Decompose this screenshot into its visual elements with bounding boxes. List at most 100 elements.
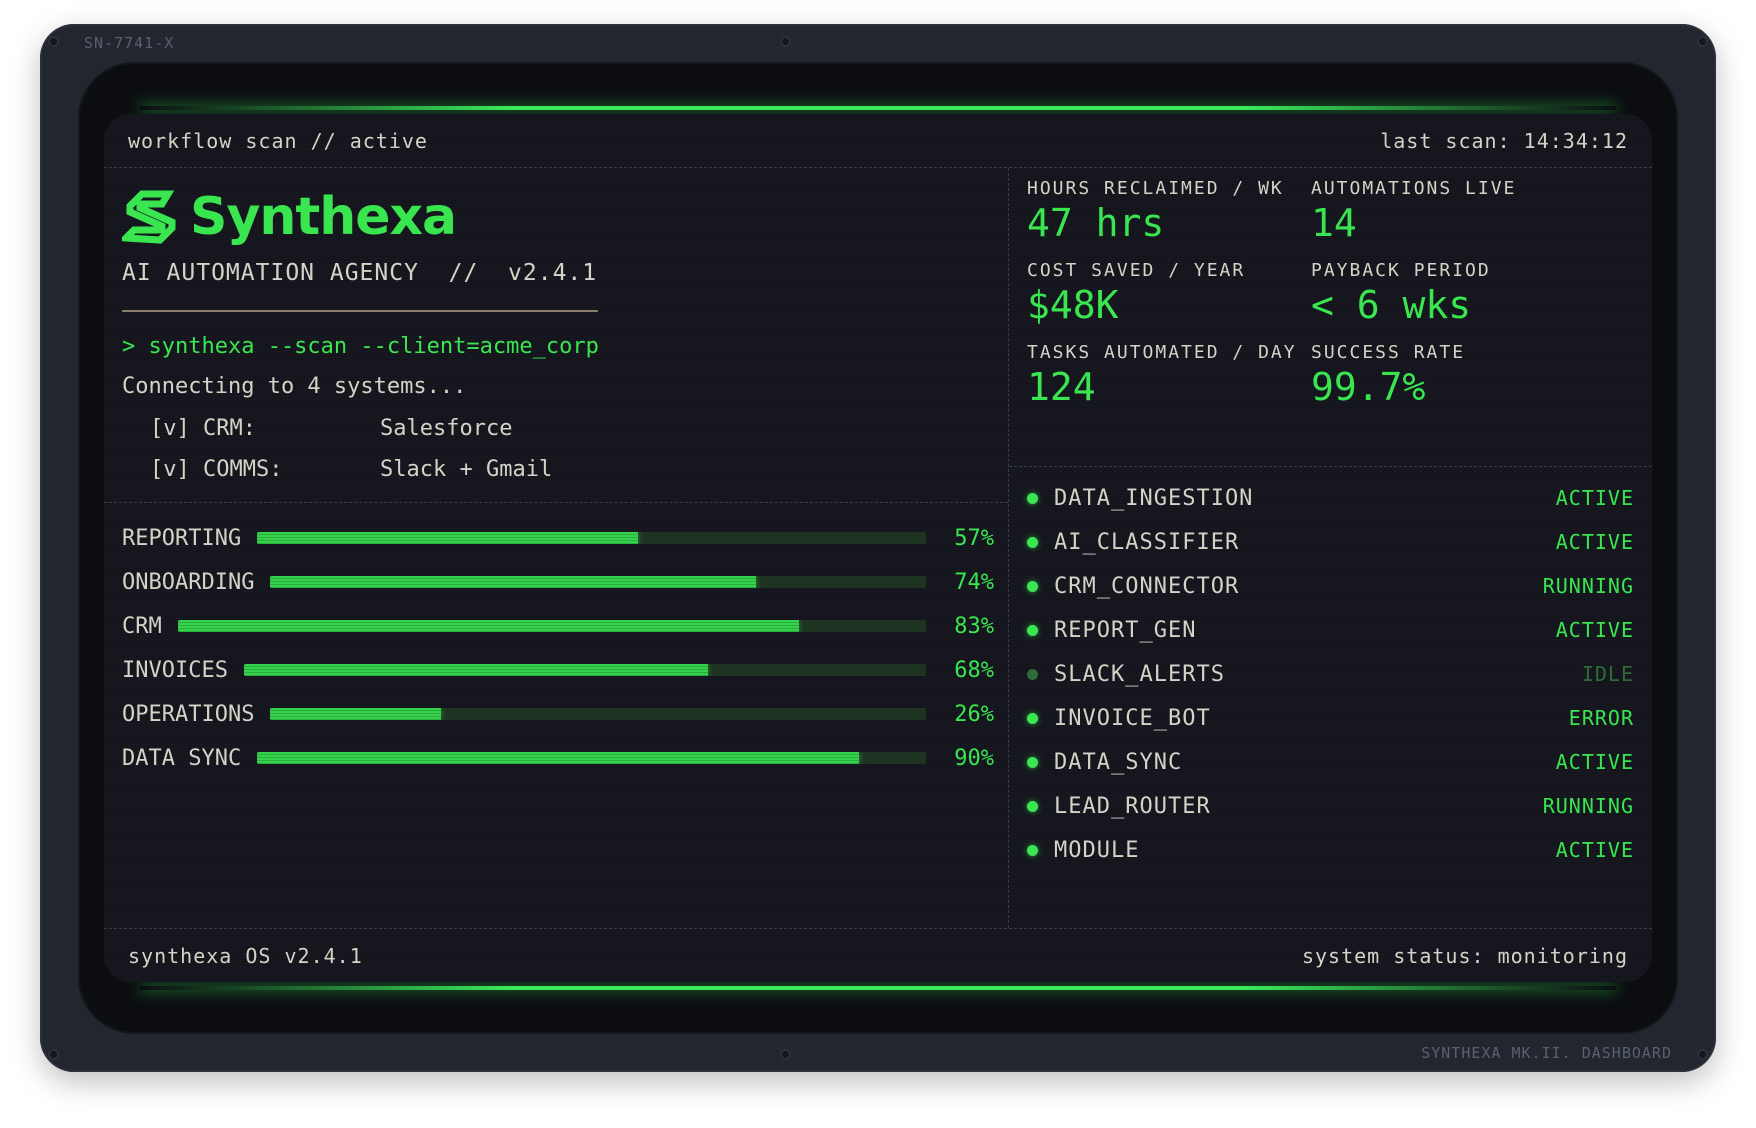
status-dot-icon [1027, 536, 1038, 548]
metric-tasks-automated: TASKS AUTOMATED / DAY 124 [1027, 342, 1327, 409]
screw-icon [1697, 1049, 1708, 1060]
progress-track [177, 620, 926, 632]
module-name: DATA_SYNC [1054, 749, 1183, 775]
metric-label: HOURS RECLAIMED / WK [1027, 178, 1284, 199]
progress-row: ONBOARDING 74% [122, 560, 994, 604]
metric-value: 124 [1027, 365, 1096, 409]
module-status: ACTIVE [1555, 618, 1634, 642]
module-row: SLACK_ALERTS IDLE [1027, 652, 1634, 696]
module-name: SLACK_ALERTS [1054, 661, 1225, 687]
module-status: ACTIVE [1555, 838, 1634, 862]
metric-label: SUCCESS RATE [1311, 342, 1466, 363]
progress-row: OPERATIONS 26% [122, 692, 994, 736]
screen-header: workflow scan // active last scan: 14:34… [104, 114, 1652, 168]
progress-fill [257, 532, 639, 544]
system-key: [v] CRM: [150, 416, 256, 441]
module-status: RUNNING [1542, 794, 1634, 818]
progress-row: CRM 83% [122, 604, 994, 648]
progress-label: DATA SYNC [122, 745, 242, 771]
progress-track [257, 532, 926, 544]
progress-row: DATA SYNC 90% [122, 736, 994, 780]
glow-strip-top [140, 106, 1616, 110]
progress-fill [257, 752, 860, 764]
module-name: REPORT_GEN [1054, 617, 1197, 643]
module-status: IDLE [1581, 662, 1634, 686]
metric-value: $48K [1027, 283, 1119, 327]
module-row: CRM_CONNECTOR RUNNING [1027, 564, 1634, 608]
module-status: ACTIVE [1555, 530, 1634, 554]
screw-icon [1697, 36, 1708, 47]
header-scan-status: workflow scan // active [128, 128, 428, 153]
divider [104, 502, 1008, 503]
screw-icon [780, 1049, 791, 1060]
metric-value: 14 [1311, 201, 1357, 245]
system-value: Slack + Gmail [380, 457, 553, 482]
module-row: INVOICE_BOT ERROR [1027, 696, 1634, 740]
system-value: Salesforce [380, 416, 513, 441]
progress-percent: 74% [954, 569, 994, 595]
progress-track [270, 708, 926, 720]
terminal-command: > synthexa --scan --client=acme_corp [122, 334, 599, 359]
divider [1009, 466, 1652, 467]
screw-icon [48, 36, 59, 47]
header-last-scan: last scan: 14:34:12 [1380, 128, 1628, 153]
module-name: AI_CLASSIFIER [1054, 529, 1240, 555]
s-logo-icon [122, 190, 176, 244]
screen-frame: workflow scan // active last scan: 14:34… [80, 64, 1676, 1032]
serial-number: SN-7741-X [84, 34, 175, 52]
system-row: [v] CRM: Salesforce [150, 416, 512, 441]
device-bezel: SN-7741-X SYNTHEXA MK.II. DASHBOARD work… [40, 24, 1716, 1072]
module-row: AI_CLASSIFIER ACTIVE [1027, 520, 1634, 564]
progress-label: OPERATIONS [122, 701, 255, 727]
module-row: LEAD_ROUTER RUNNING [1027, 784, 1634, 828]
metric-value: < 6 wks [1311, 283, 1472, 327]
progress-label: REPORTING [122, 525, 242, 551]
progress-row: REPORTING 57% [122, 516, 994, 560]
left-panel: Synthexa AI AUTOMATION AGENCY // v2.4.1 … [104, 168, 1008, 928]
progress-track [257, 752, 926, 764]
module-list: DATA_INGESTION ACTIVE AI_CLASSIFIER ACTIVE C… [1027, 476, 1634, 872]
module-name: INVOICE_BOT [1054, 705, 1211, 731]
status-dot-icon [1027, 712, 1038, 724]
progress-track [270, 576, 926, 588]
module-row: REPORT_GEN ACTIVE [1027, 608, 1634, 652]
module-row: DATA_INGESTION ACTIVE [1027, 476, 1634, 520]
brand: Synthexa [122, 186, 457, 248]
system-key: [v] COMMS: [150, 457, 283, 482]
progress-fill [243, 664, 708, 676]
metric-automations-live: AUTOMATIONS LIVE 14 [1311, 178, 1611, 245]
glow-strip-bottom [140, 986, 1616, 990]
module-status: RUNNING [1542, 574, 1634, 598]
module-name: CRM_CONNECTOR [1054, 573, 1240, 599]
progress-fill [270, 576, 756, 588]
divider [122, 310, 598, 312]
progress-percent: 83% [954, 613, 994, 639]
metric-label: TASKS AUTOMATED / DAY [1027, 342, 1297, 363]
screw-icon [780, 36, 791, 47]
metric-hours-reclaimed: HOURS RECLAIMED / WK 47 hrs [1027, 178, 1327, 245]
metric-label: PAYBACK PERIOD [1311, 260, 1491, 281]
module-status: ACTIVE [1555, 750, 1634, 774]
metric-value: 99.7% [1311, 365, 1426, 409]
brand-tagline: AI AUTOMATION AGENCY // v2.4.1 [122, 260, 598, 286]
model-label: SYNTHEXA MK.II. DASHBOARD [1421, 1044, 1672, 1062]
metric-value: 47 hrs [1027, 201, 1165, 245]
metric-payback-period: PAYBACK PERIOD < 6 wks [1311, 260, 1611, 327]
metric-cost-saved: COST SAVED / YEAR $48K [1027, 260, 1327, 327]
footer-os-version: synthexa OS v2.4.1 [128, 943, 363, 968]
screen-footer: synthexa OS v2.4.1 system status: monito… [104, 928, 1652, 982]
metric-label: AUTOMATIONS LIVE [1311, 178, 1517, 199]
module-row: MODULE ACTIVE [1027, 828, 1634, 872]
module-name: MODULE [1054, 837, 1140, 863]
progress-fill [177, 620, 799, 632]
progress-label: ONBOARDING [122, 569, 255, 595]
progress-fill [270, 708, 441, 720]
screw-icon [48, 1049, 59, 1060]
progress-percent: 68% [954, 657, 994, 683]
module-row: DATA_SYNC ACTIVE [1027, 740, 1634, 784]
system-row: [v] COMMS: Slack + Gmail [150, 457, 552, 482]
metric-success-rate: SUCCESS RATE 99.7% [1311, 342, 1611, 409]
module-status: ACTIVE [1555, 486, 1634, 510]
progress-percent: 26% [954, 701, 994, 727]
brand-name: Synthexa [190, 187, 457, 247]
